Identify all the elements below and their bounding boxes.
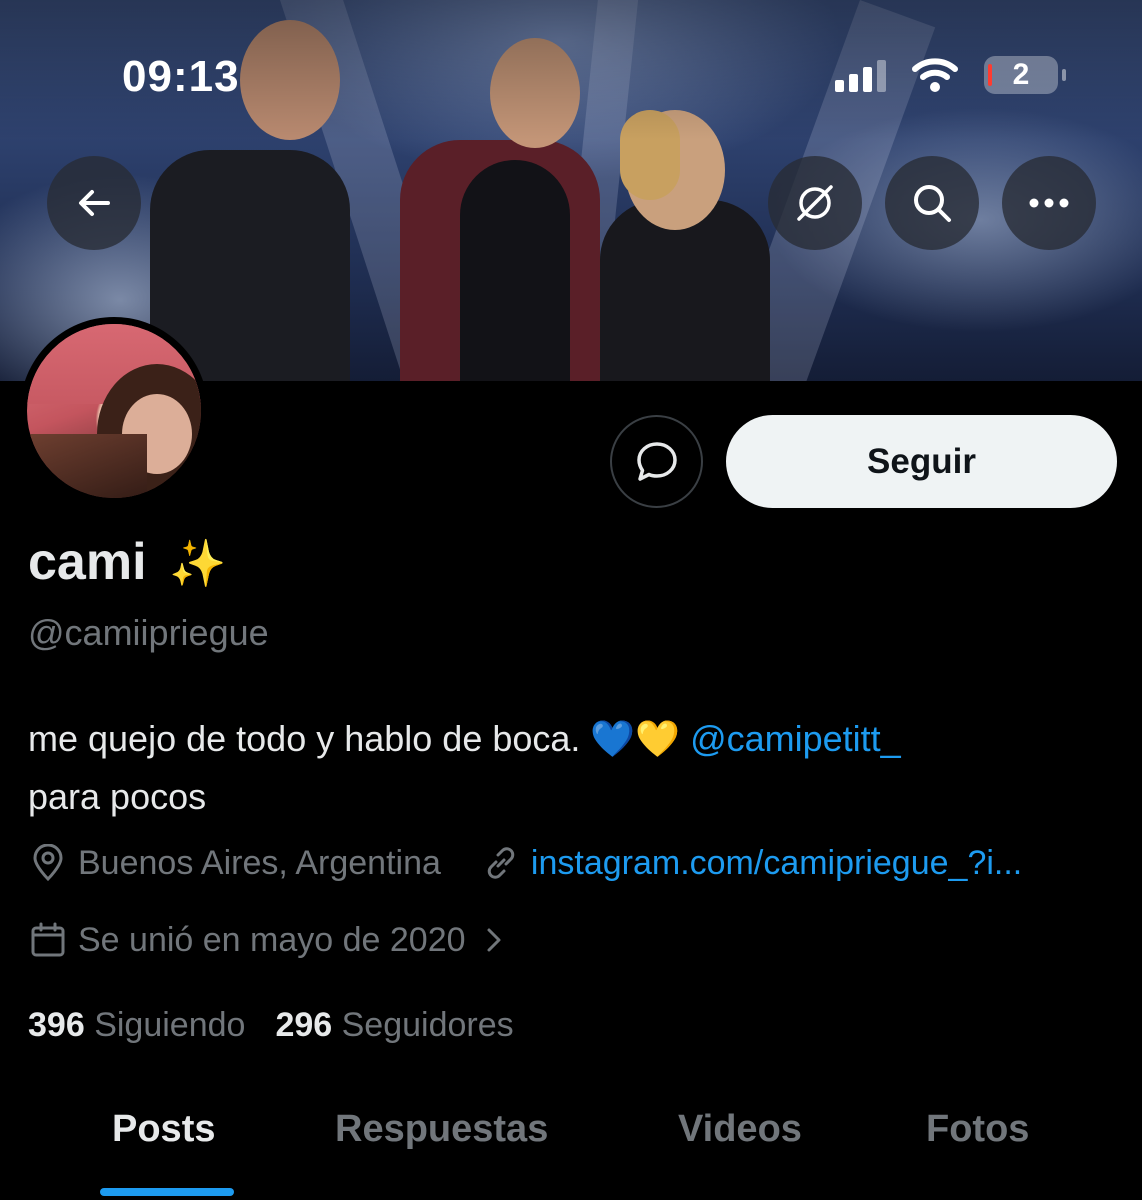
cellular-signal-icon — [835, 58, 886, 92]
name-emoji: ✨ — [168, 537, 227, 589]
wifi-icon — [912, 58, 958, 92]
status-icons: 2 — [835, 56, 1066, 94]
search-button[interactable] — [885, 156, 979, 250]
profile-bio: me quejo de todo y hablo de boca. 💙💛 @ca… — [28, 710, 1108, 826]
status-time: 09:13 — [122, 52, 240, 101]
avatar[interactable] — [20, 317, 208, 505]
battery-icon: 2 — [984, 56, 1066, 94]
profile-location: Buenos Aires, Argentina — [78, 843, 441, 882]
follow-button[interactable]: Seguir — [726, 415, 1117, 508]
active-tab-indicator — [100, 1188, 234, 1196]
profile-website-link[interactable]: instagram.com/camipriegue_?i... — [531, 844, 1022, 883]
bio-mention-link[interactable]: @camipetitt_ — [690, 718, 901, 759]
message-button[interactable] — [610, 415, 703, 508]
back-button[interactable] — [47, 156, 141, 250]
more-button[interactable] — [1002, 156, 1096, 250]
bio-line-2: para pocos — [28, 776, 207, 817]
bio-text: me quejo de todo y hablo de boca. 💙💛 — [28, 718, 691, 759]
following-stat[interactable]: 396 Siguiendo — [28, 1006, 245, 1045]
arrow-left-icon — [79, 190, 110, 216]
more-horizontal-icon — [1029, 198, 1069, 208]
followers-stat[interactable]: 296 Seguidores — [275, 1006, 513, 1045]
link-icon — [481, 843, 521, 883]
battery-level: 2 — [1012, 58, 1030, 91]
profile-joined-date: Se unió en mayo de 2020 — [78, 920, 466, 959]
chevron-right-icon — [474, 920, 514, 960]
profile-joined-row[interactable]: Se unió en mayo de 2020 — [28, 920, 524, 960]
profile-stats: 396 Siguiendo 296 Seguidores — [28, 1006, 514, 1045]
following-label: Siguiendo — [94, 1006, 246, 1044]
tab-videos[interactable]: Videos — [678, 1108, 802, 1151]
avatar-image — [27, 324, 201, 498]
translate-button[interactable] — [768, 156, 862, 250]
profile-handle: @camiipriegue — [28, 612, 269, 653]
tab-replies[interactable]: Respuestas — [335, 1108, 548, 1151]
location-pin-icon — [28, 843, 68, 883]
message-bubble-icon — [636, 441, 677, 481]
followers-count: 296 — [275, 1006, 333, 1044]
followers-label: Seguidores — [341, 1006, 514, 1044]
tab-photos[interactable]: Fotos — [926, 1108, 1029, 1151]
globe-slash-icon — [797, 185, 833, 221]
calendar-icon — [28, 920, 68, 960]
following-count: 396 — [28, 1006, 85, 1044]
profile-tabs: Posts Respuestas Videos Fotos — [0, 1100, 1142, 1200]
profile-name: cami ✨ — [28, 532, 226, 592]
tab-posts[interactable]: Posts — [112, 1108, 215, 1151]
search-icon — [914, 185, 951, 222]
profile-meta-row: Buenos Aires, Argentina instagram.com/ca… — [28, 843, 1022, 883]
display-name: cami — [28, 533, 147, 591]
